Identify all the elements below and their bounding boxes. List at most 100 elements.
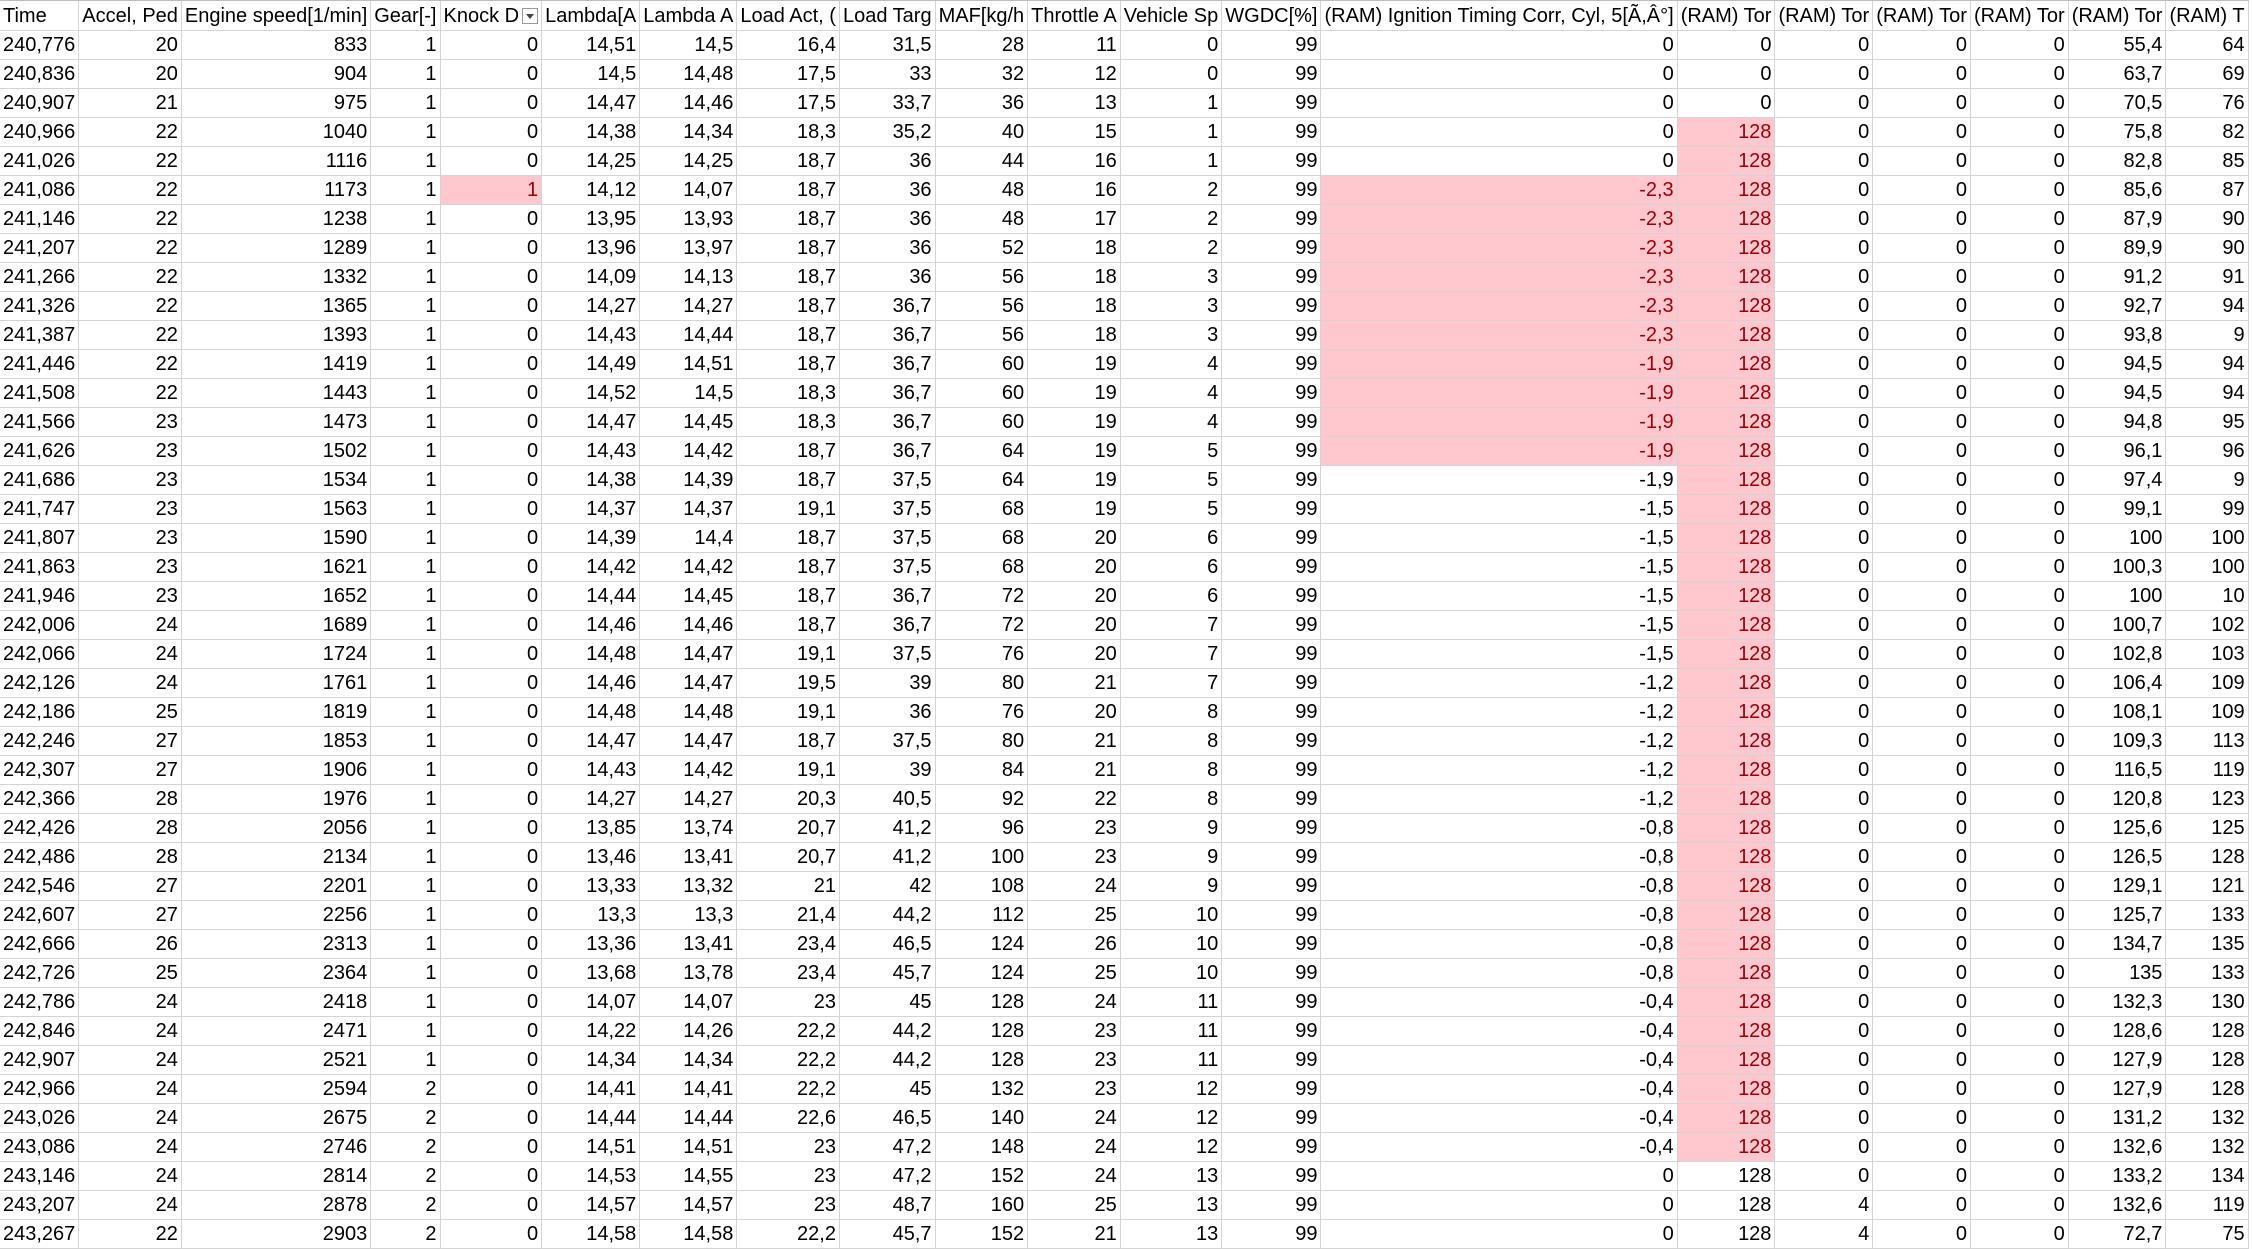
table-cell[interactable]: 22,6 <box>736 1103 840 1133</box>
table-cell[interactable]: 0 <box>1774 465 1874 495</box>
table-cell[interactable]: 1 <box>370 1045 441 1075</box>
table-cell[interactable]: 2 <box>1120 175 1223 205</box>
table-cell[interactable]: 40 <box>935 117 1029 147</box>
table-cell[interactable]: 0 <box>440 436 543 466</box>
table-cell[interactable]: 0 <box>1970 146 2069 176</box>
table-cell[interactable]: 18 <box>1027 233 1121 263</box>
table-cell[interactable]: 99 <box>1221 1103 1322 1133</box>
table-cell[interactable]: 128 <box>1677 1045 1776 1075</box>
table-cell[interactable]: 0 <box>1320 1219 1678 1249</box>
table-cell[interactable]: 36,7 <box>839 436 936 466</box>
table-cell[interactable]: 128 <box>1677 639 1776 669</box>
table-cell[interactable]: 48 <box>935 204 1029 234</box>
table-cell[interactable]: 14,34 <box>639 117 738 147</box>
table-cell[interactable]: 0 <box>440 233 543 263</box>
table-cell[interactable]: 18,3 <box>736 378 840 408</box>
table-cell[interactable]: 99 <box>1221 726 1322 756</box>
table-cell[interactable]: 20 <box>1027 697 1121 727</box>
table-cell[interactable]: 116,5 <box>2068 755 2167 785</box>
table-cell[interactable]: 14,55 <box>639 1161 738 1191</box>
table-cell[interactable]: 1 <box>370 204 441 234</box>
table-cell[interactable]: 108,1 <box>2068 697 2167 727</box>
table-cell[interactable]: 0 <box>1774 233 1874 263</box>
table-cell[interactable]: 0 <box>1872 900 1971 930</box>
table-cell[interactable]: 0 <box>440 581 543 611</box>
table-cell[interactable]: 0 <box>1774 262 1874 292</box>
table-cell[interactable]: 24 <box>78 1132 182 1162</box>
column-header[interactable]: Lambda A <box>639 0 738 31</box>
table-cell[interactable]: 1173 <box>181 175 372 205</box>
table-cell[interactable]: 14,48 <box>639 59 738 89</box>
column-header[interactable]: Accel, Ped <box>78 0 182 31</box>
table-cell[interactable]: 96 <box>935 813 1029 843</box>
table-cell[interactable]: 99 <box>1221 117 1322 147</box>
table-cell[interactable]: 0 <box>1320 1161 1678 1191</box>
table-cell[interactable]: 0 <box>1970 1016 2069 1046</box>
table-cell[interactable]: 833 <box>181 30 372 60</box>
table-cell[interactable]: 99 <box>1221 1045 1322 1075</box>
table-cell[interactable]: 100,7 <box>2068 610 2167 640</box>
table-cell[interactable]: -2,3 <box>1320 320 1678 350</box>
table-cell[interactable]: 0 <box>1120 59 1223 89</box>
table-cell[interactable]: 44,2 <box>839 900 936 930</box>
table-cell[interactable]: 90 <box>2165 233 2249 263</box>
table-cell[interactable]: 0 <box>1774 146 1874 176</box>
table-cell[interactable]: 0 <box>1774 726 1874 756</box>
table-cell[interactable]: 0 <box>440 1161 543 1191</box>
column-header[interactable]: Time <box>0 0 80 31</box>
table-cell[interactable]: 241,626 <box>0 436 80 466</box>
table-cell[interactable]: 242,366 <box>0 784 80 814</box>
table-cell[interactable]: 21 <box>1027 726 1121 756</box>
table-cell[interactable]: 127,9 <box>2068 1074 2167 1104</box>
table-cell[interactable]: 1 <box>370 59 441 89</box>
table-cell[interactable]: 128 <box>1677 291 1776 321</box>
table-cell[interactable]: 14,5 <box>639 378 738 408</box>
table-cell[interactable]: 11 <box>1120 1045 1223 1075</box>
table-cell[interactable]: 36 <box>839 233 936 263</box>
table-cell[interactable]: 22 <box>78 117 182 147</box>
table-cell[interactable]: 241,207 <box>0 233 80 263</box>
table-cell[interactable]: 0 <box>1872 117 1971 147</box>
table-cell[interactable]: 14,51 <box>639 349 738 379</box>
table-cell[interactable]: 112 <box>935 900 1029 930</box>
table-cell[interactable]: 240,836 <box>0 59 80 89</box>
table-cell[interactable]: 21 <box>1027 668 1121 698</box>
table-cell[interactable]: 0 <box>440 871 543 901</box>
table-cell[interactable]: 14,48 <box>639 697 738 727</box>
table-cell[interactable]: 0 <box>1970 552 2069 582</box>
table-cell[interactable]: 0 <box>1774 581 1874 611</box>
column-header[interactable]: (RAM) Tor <box>1677 0 1776 31</box>
table-cell[interactable]: 1 <box>370 610 441 640</box>
table-cell[interactable]: 0 <box>440 88 543 118</box>
table-cell[interactable]: 56 <box>935 320 1029 350</box>
table-cell[interactable]: 24 <box>1027 987 1121 1017</box>
table-cell[interactable]: 0 <box>1970 465 2069 495</box>
table-cell[interactable]: 20,7 <box>736 842 840 872</box>
table-cell[interactable]: 0 <box>1970 494 2069 524</box>
table-cell[interactable]: 0 <box>1774 755 1874 785</box>
table-cell[interactable]: 1 <box>370 1016 441 1046</box>
table-cell[interactable]: 0 <box>1970 88 2069 118</box>
table-cell[interactable]: 128 <box>1677 494 1776 524</box>
table-cell[interactable]: 13,78 <box>639 958 738 988</box>
table-cell[interactable]: 19,1 <box>736 494 840 524</box>
table-cell[interactable]: 0 <box>1970 813 2069 843</box>
table-cell[interactable]: 13 <box>1120 1219 1223 1249</box>
table-cell[interactable]: 106,4 <box>2068 668 2167 698</box>
table-cell[interactable]: 96,1 <box>2068 436 2167 466</box>
table-cell[interactable]: 128 <box>1677 552 1776 582</box>
table-cell[interactable]: 94 <box>2165 349 2249 379</box>
table-cell[interactable]: 94 <box>2165 378 2249 408</box>
table-cell[interactable]: 242,426 <box>0 813 80 843</box>
table-cell[interactable]: -1,9 <box>1320 436 1678 466</box>
table-cell[interactable]: 0 <box>1970 987 2069 1017</box>
table-cell[interactable]: 2903 <box>181 1219 372 1249</box>
table-cell[interactable]: 18,7 <box>736 204 840 234</box>
table-cell[interactable]: 0 <box>1872 697 1971 727</box>
table-cell[interactable]: 18 <box>1027 320 1121 350</box>
table-cell[interactable]: 48,7 <box>839 1190 936 1220</box>
table-cell[interactable]: 99 <box>1221 494 1322 524</box>
table-cell[interactable]: 240,907 <box>0 88 80 118</box>
table-cell[interactable]: 14,26 <box>639 1016 738 1046</box>
table-cell[interactable]: 124 <box>935 929 1029 959</box>
